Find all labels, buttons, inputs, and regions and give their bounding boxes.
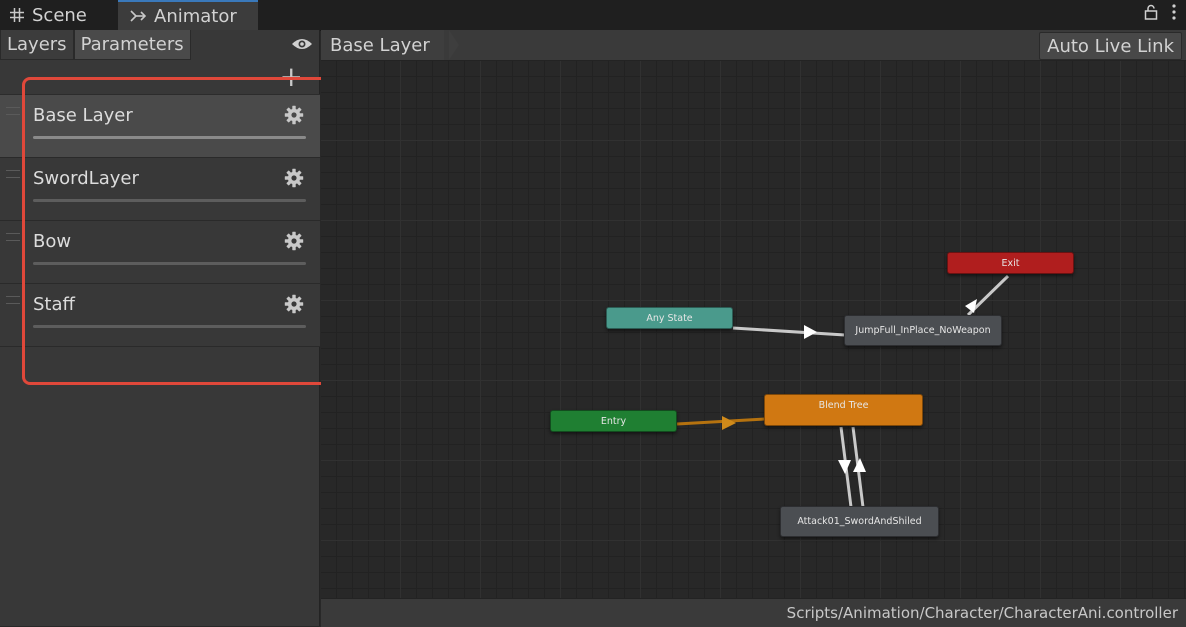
transition-arrow-icon [804,325,817,339]
breadcrumb-arrow [449,30,459,60]
window-controls [1144,4,1176,24]
drag-handle-icon[interactable] [6,170,20,178]
animator-icon [130,9,146,23]
state-entry[interactable]: Entry [550,410,677,432]
drag-handle-icon[interactable] [6,107,20,115]
state-attack01-swordandshiled[interactable]: Attack01_SwordAndShiled [780,506,939,537]
tab-scene-label: Scene [32,4,87,26]
transition-arrow-icon [853,458,866,472]
auto-live-link-button[interactable]: Auto Live Link [1039,32,1182,60]
tab-animator-label: Animator [154,5,237,27]
tab-parameters[interactable]: Parameters [73,30,191,60]
tab-layers[interactable]: Layers [0,30,74,60]
more-menu-icon[interactable] [1172,4,1176,24]
breadcrumb-base-layer[interactable]: Base Layer [321,30,444,60]
tab-scene[interactable]: Scene [0,0,118,30]
state-machine-graph[interactable]: Exit Any State JumpFull_InPlace_NoWeapon… [321,61,1186,598]
state-blend-tree[interactable]: Blend Tree [764,394,923,426]
transition-entry-blendtree[interactable] [676,417,766,426]
tab-animator[interactable]: Animator [118,0,258,30]
state-any-state[interactable]: Any State [606,307,733,329]
window-tab-bar: Scene Animator [0,0,1186,31]
controller-path: Scripts/Animation/Character/CharacterAni… [786,604,1178,622]
graph-toolbar: Base Layer Auto Live Link [321,30,1186,61]
grid-icon [10,8,24,22]
state-exit[interactable]: Exit [947,252,1074,274]
transition-arrow-icon [838,460,851,474]
eye-icon[interactable] [291,36,313,56]
transition-anystate-jump[interactable] [732,326,846,337]
lock-icon[interactable] [1144,4,1158,24]
panel-tabs: Layers Parameters [0,30,320,60]
drag-handle-icon[interactable] [6,233,20,241]
state-jumpfull-inplace-noweapon[interactable]: JumpFull_InPlace_NoWeapon [844,315,1002,346]
transition-links [676,274,1010,508]
graph-footer: Scripts/Animation/Character/CharacterAni… [321,598,1186,627]
drag-handle-icon[interactable] [6,296,20,304]
transition-arrow-icon [722,416,736,430]
annotation-highlight-box [22,77,346,385]
